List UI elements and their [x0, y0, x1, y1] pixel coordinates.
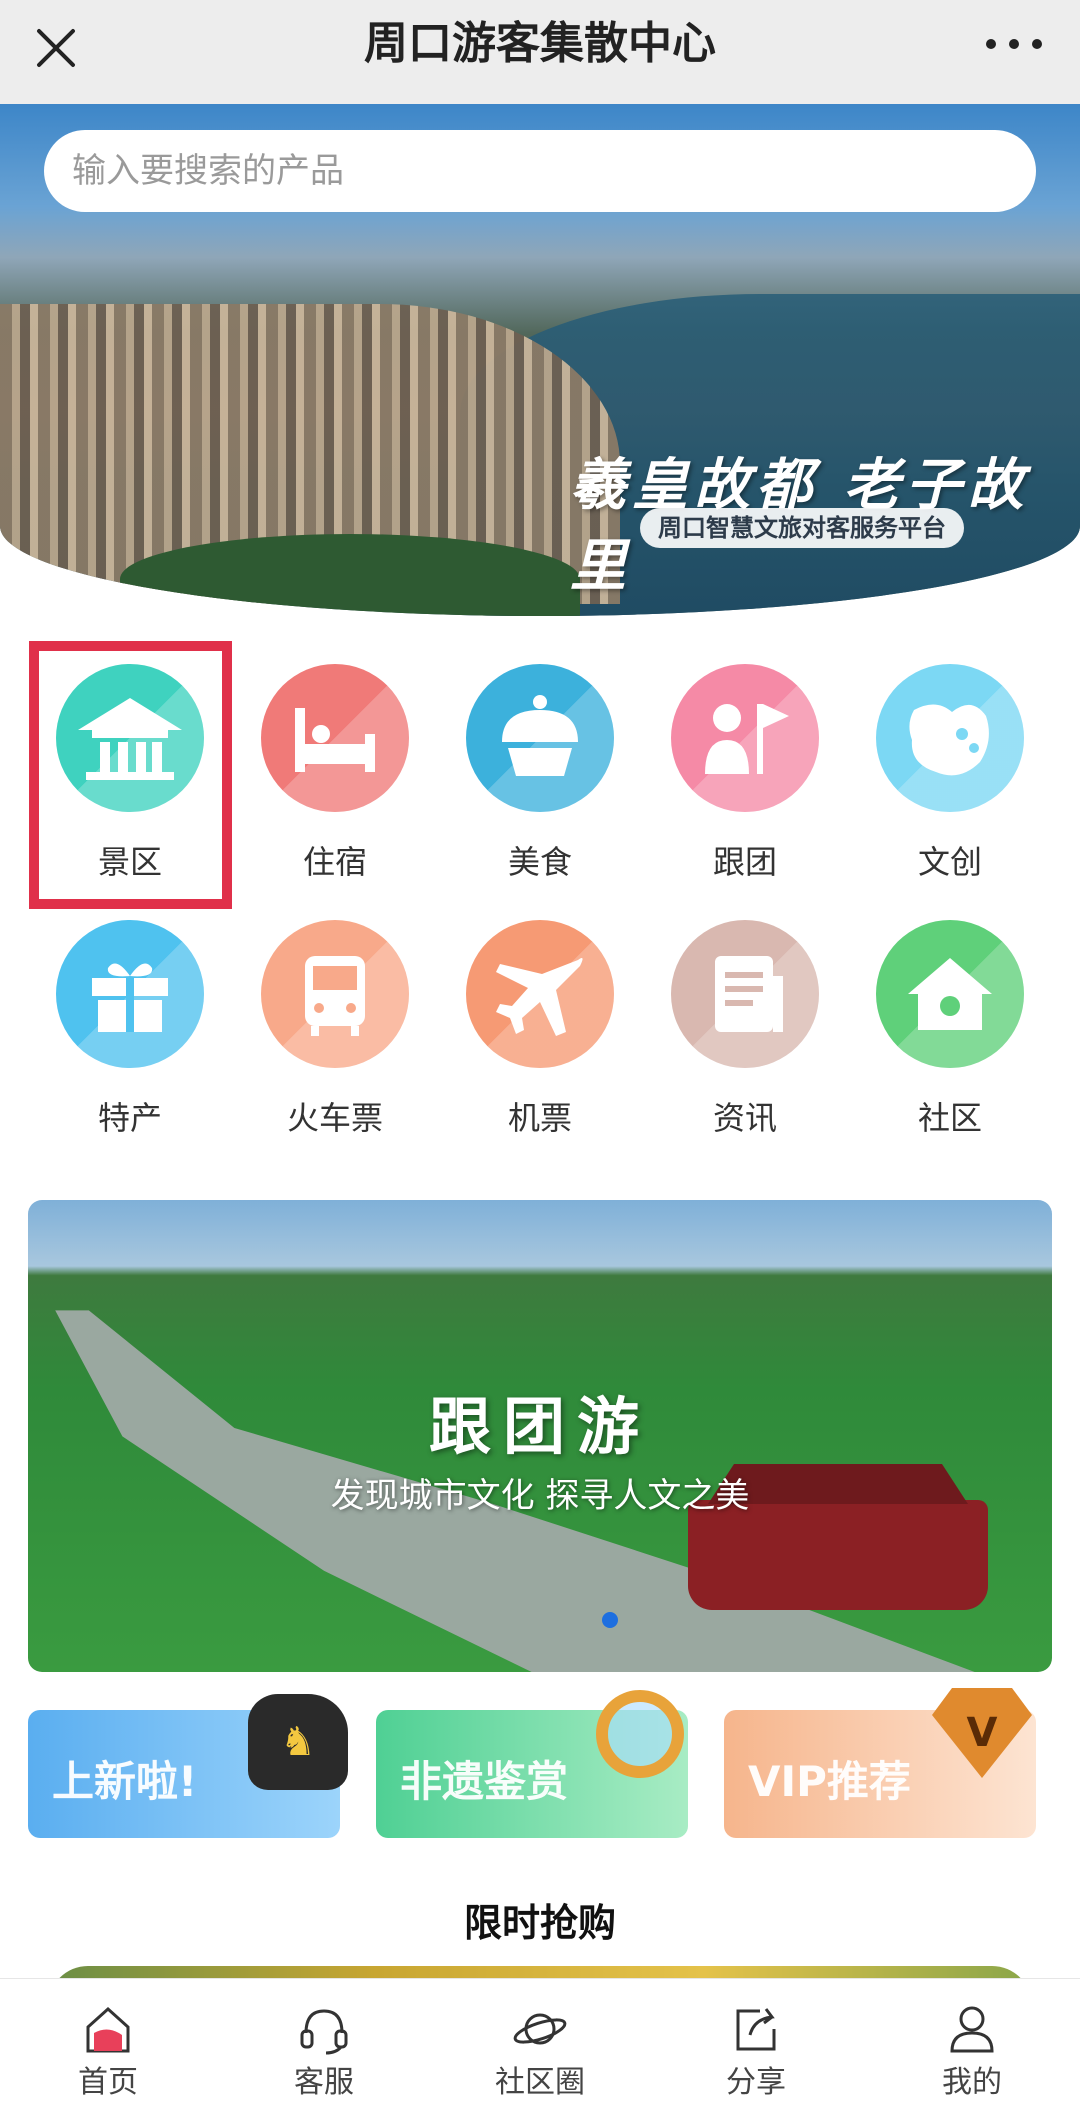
category-label: 火车票: [286, 1099, 383, 1137]
category-flight[interactable]: 机票: [410, 896, 615, 1156]
category-specialty[interactable]: 特产: [0, 896, 205, 1156]
top-nav-bar: 周口游客集散中心: [0, 0, 1080, 104]
user-icon: [944, 2001, 1000, 2057]
home-community-icon: [876, 920, 1024, 1068]
hero-trees: [120, 534, 580, 616]
hero-slogan-sub: 周口智慧文旅对客服务平台: [640, 508, 964, 548]
hotel-bed-icon: [261, 664, 409, 812]
banner-subtitle: 发现城市文化 探寻人文之美: [330, 1476, 750, 1516]
tab-community[interactable]: 社区圈: [460, 1993, 620, 2109]
close-icon[interactable]: [28, 20, 84, 76]
tab-mine[interactable]: 我的: [892, 1993, 1052, 2109]
tab-home[interactable]: 首页: [28, 1993, 188, 2109]
category-label: 跟团: [712, 843, 777, 881]
category-tour[interactable]: 跟团: [615, 640, 820, 900]
search-placeholder: 输入要搜索的产品: [72, 151, 344, 191]
search-input[interactable]: 输入要搜索的产品: [44, 130, 1036, 212]
vip-diamond-icon: V: [932, 1688, 1032, 1778]
scenic-glyph: [78, 698, 182, 780]
toy-horse-icon: ♞: [248, 1694, 348, 1790]
category-label: 机票: [507, 1099, 572, 1137]
scenic-area-icon: [56, 664, 204, 812]
flash-sale-title: 限时抢购: [463, 1901, 616, 1945]
page-title: 周口游客集散中心: [364, 18, 716, 69]
category-community[interactable]: 社区: [820, 896, 1025, 1156]
category-label: 特产: [97, 1099, 162, 1137]
promo-label: 上新啦!: [52, 1757, 198, 1806]
category-label: 美食: [507, 843, 572, 881]
promo-heritage[interactable]: 非遗鉴赏: [376, 1690, 688, 1838]
category-label: 住宿: [302, 843, 367, 881]
group-tour-banner[interactable]: 跟团游 发现城市文化 探寻人文之美: [28, 1200, 1052, 1672]
tab-label: 社区圈: [495, 2065, 585, 2100]
airplane-icon: [466, 920, 614, 1068]
gift-box-icon: [56, 920, 204, 1068]
carousel-indicator[interactable]: [602, 1612, 618, 1628]
cake-icon: [466, 664, 614, 812]
cultural-creative-icon: [876, 664, 1024, 812]
headset-icon: [296, 2001, 352, 2057]
magnifier-icon: [596, 1690, 684, 1778]
promo-label: VIP推荐: [748, 1757, 911, 1806]
promo-new-arrivals[interactable]: 上新啦! ♞: [28, 1694, 348, 1838]
tab-label: 首页: [78, 2065, 138, 2100]
more-icon[interactable]: [986, 34, 1042, 54]
category-train[interactable]: 火车票: [205, 896, 410, 1156]
tab-share[interactable]: 分享: [676, 1993, 836, 2109]
tour-group-flag-icon: [671, 664, 819, 812]
tab-service[interactable]: 客服: [244, 1993, 404, 2109]
tab-label: 分享: [726, 2065, 786, 2100]
banner-title: 跟团游: [428, 1390, 651, 1463]
category-label: 社区: [917, 1099, 982, 1137]
bottom-tab-bar: 首页 客服 社区圈 分享 我的: [0, 1978, 1080, 2110]
tab-label: 客服: [294, 2065, 354, 2100]
category-grid: 景区 住宿 美食 跟团 文创 特产 火车票 机票 资讯 社区: [0, 640, 1080, 1180]
planet-icon: [512, 2001, 568, 2057]
category-label: 文创: [917, 843, 982, 881]
category-label: 资讯: [712, 1099, 777, 1137]
tab-label: 我的: [942, 2065, 1002, 2100]
share-icon: [728, 2001, 784, 2057]
category-food[interactable]: 美食: [410, 640, 615, 900]
promo-label: 非遗鉴赏: [400, 1757, 569, 1806]
train-icon: [261, 920, 409, 1068]
category-hotel[interactable]: 住宿: [205, 640, 410, 900]
promo-vip[interactable]: VIP推荐 V: [724, 1688, 1036, 1838]
home-icon: [80, 2001, 136, 2057]
news-icon: [671, 920, 819, 1068]
category-cultural[interactable]: 文创: [820, 640, 1025, 900]
category-news[interactable]: 资讯: [615, 896, 820, 1156]
